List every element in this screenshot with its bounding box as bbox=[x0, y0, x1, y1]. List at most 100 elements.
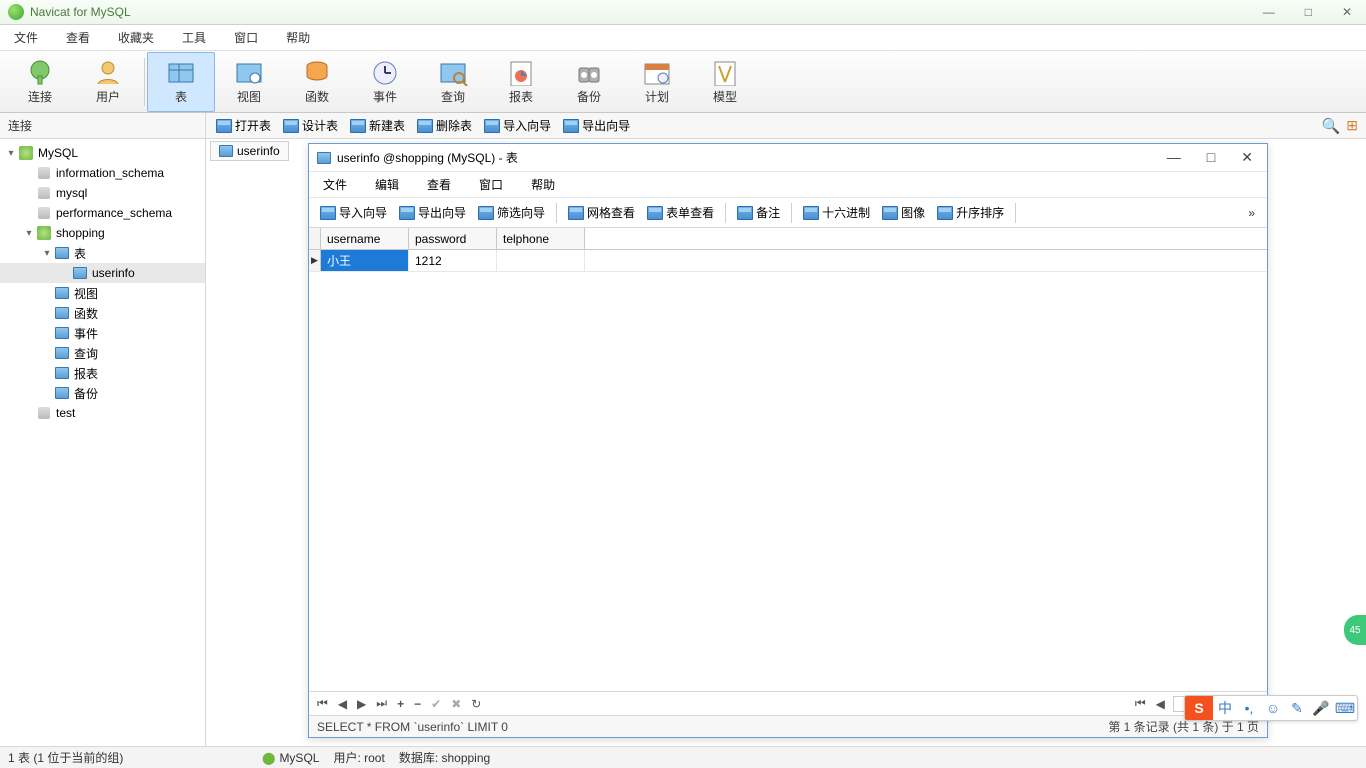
tree-server[interactable]: ▾MySQL bbox=[0, 143, 205, 163]
toolbtn-event[interactable]: 事件 bbox=[351, 52, 419, 112]
server-icon bbox=[19, 146, 33, 160]
close-button[interactable]: ✕ bbox=[1336, 3, 1358, 21]
twisty-icon[interactable]: ▾ bbox=[22, 228, 36, 239]
tools-overflow[interactable]: » bbox=[1242, 206, 1261, 220]
swtool-升序排序[interactable]: 升序排序 bbox=[932, 202, 1009, 223]
action-打开表[interactable]: 打开表 bbox=[212, 115, 275, 136]
swtool-筛选向导[interactable]: 筛选向导 bbox=[473, 202, 550, 223]
plug-icon bbox=[24, 58, 56, 86]
menu-帮助[interactable]: 帮助 bbox=[286, 29, 310, 46]
page-first[interactable]: ⏮ bbox=[1133, 696, 1148, 711]
tree-folder-查询[interactable]: 查询 bbox=[0, 343, 205, 363]
swmenu-文件[interactable]: 文件 bbox=[323, 176, 347, 193]
ime-voice[interactable]: 🎤 bbox=[1309, 700, 1333, 717]
nav-refresh[interactable]: ↻ bbox=[469, 697, 483, 711]
tree-folder-视图[interactable]: 视图 bbox=[0, 283, 205, 303]
nav-first[interactable]: ⏮ bbox=[315, 696, 330, 711]
menu-文件[interactable]: 文件 bbox=[14, 29, 38, 46]
action-导出向导[interactable]: 导出向导 bbox=[559, 115, 634, 136]
cell[interactable]: 小王 bbox=[321, 250, 409, 271]
tree-folder-事件[interactable]: 事件 bbox=[0, 323, 205, 343]
nav-cancel[interactable]: ✖ bbox=[449, 697, 463, 711]
page-prev[interactable]: ◀ bbox=[1154, 697, 1167, 711]
ime-logo-icon: S bbox=[1185, 696, 1213, 720]
table-row[interactable]: ▶小王1212 bbox=[309, 250, 1267, 272]
swtool-导入向导[interactable]: 导入向导 bbox=[315, 202, 392, 223]
toolbtn-plug[interactable]: 连接 bbox=[6, 52, 74, 112]
ime-toolbar[interactable]: S 中 •, ☺ ✎ 🎤 ⌨ bbox=[1184, 695, 1358, 721]
row-marker-icon: ▶ bbox=[309, 250, 321, 271]
swtool-导出向导[interactable]: 导出向导 bbox=[394, 202, 471, 223]
nav-delete[interactable]: − bbox=[412, 697, 423, 711]
ime-lang[interactable]: 中 bbox=[1213, 698, 1237, 718]
toolbtn-user[interactable]: 用户 bbox=[74, 52, 142, 112]
cell[interactable] bbox=[497, 250, 585, 271]
swtool-图像[interactable]: 图像 bbox=[877, 202, 930, 223]
twisty-icon[interactable]: ▾ bbox=[4, 148, 18, 159]
search-icon[interactable]: 🔍 bbox=[1322, 117, 1341, 135]
col-username[interactable]: username bbox=[321, 228, 409, 249]
cell[interactable]: 1212 bbox=[409, 250, 497, 271]
toolbtn-query[interactable]: 查询 bbox=[419, 52, 487, 112]
minimize-button[interactable]: — bbox=[1257, 3, 1281, 21]
action-新建表[interactable]: 新建表 bbox=[346, 115, 409, 136]
tree-folder-函数[interactable]: 函数 bbox=[0, 303, 205, 323]
ime-skin[interactable]: ✎ bbox=[1285, 700, 1309, 717]
toolbtn-backup[interactable]: 备份 bbox=[555, 52, 623, 112]
action-删除表[interactable]: 删除表 bbox=[413, 115, 476, 136]
nav-last[interactable]: ⏭ bbox=[374, 696, 389, 711]
menu-查看[interactable]: 查看 bbox=[66, 29, 90, 46]
tree-db-information_schema[interactable]: information_schema bbox=[0, 163, 205, 183]
table-action-icon bbox=[563, 119, 579, 133]
tree-folder-备份[interactable]: 备份 bbox=[0, 383, 205, 403]
database-icon bbox=[38, 207, 50, 219]
swtool-网格查看[interactable]: 网格查看 bbox=[563, 202, 640, 223]
notification-badge[interactable]: 45 bbox=[1344, 615, 1366, 645]
table-action-icon bbox=[417, 119, 433, 133]
ime-emoji[interactable]: ☺ bbox=[1261, 700, 1285, 716]
tree-db-performance_schema[interactable]: performance_schema bbox=[0, 203, 205, 223]
subwin-maximize[interactable]: □ bbox=[1201, 147, 1221, 168]
tree-db-shopping[interactable]: ▾shopping bbox=[0, 223, 205, 243]
swtool-表单查看[interactable]: 表单查看 bbox=[642, 202, 719, 223]
swtool-十六进制[interactable]: 十六进制 bbox=[798, 202, 875, 223]
swmenu-查看[interactable]: 查看 bbox=[427, 176, 451, 193]
tree-db-test[interactable]: test bbox=[0, 403, 205, 423]
sub-toolbar: 连接 打开表设计表新建表删除表导入向导导出向导 🔍 ⊞ bbox=[0, 113, 1366, 139]
ime-keyboard[interactable]: ⌨ bbox=[1333, 700, 1357, 717]
nav-add[interactable]: + bbox=[395, 697, 406, 711]
toolbtn-report[interactable]: 报表 bbox=[487, 52, 555, 112]
twisty-icon[interactable]: ▾ bbox=[40, 248, 54, 259]
menu-工具[interactable]: 工具 bbox=[182, 29, 206, 46]
tree-folder-表[interactable]: ▾表 bbox=[0, 243, 205, 263]
toolbtn-schedule[interactable]: 计划 bbox=[623, 52, 691, 112]
folder-icon bbox=[55, 287, 69, 299]
action-导入向导[interactable]: 导入向导 bbox=[480, 115, 555, 136]
tree-db-mysql[interactable]: mysql bbox=[0, 183, 205, 203]
subwin-minimize[interactable]: — bbox=[1161, 147, 1187, 168]
nav-apply[interactable]: ✔ bbox=[429, 697, 443, 711]
menu-窗口[interactable]: 窗口 bbox=[234, 29, 258, 46]
tab-userinfo[interactable]: userinfo bbox=[210, 141, 289, 161]
col-password[interactable]: password bbox=[409, 228, 497, 249]
toolbtn-model[interactable]: 模型 bbox=[691, 52, 759, 112]
toolbtn-func[interactable]: 函数 bbox=[283, 52, 351, 112]
nav-next[interactable]: ▶ bbox=[355, 697, 368, 711]
nav-prev[interactable]: ◀ bbox=[336, 697, 349, 711]
list-view-icon[interactable]: ⊞ bbox=[1346, 117, 1358, 135]
subwin-close[interactable]: ✕ bbox=[1235, 147, 1259, 168]
swmenu-帮助[interactable]: 帮助 bbox=[531, 176, 555, 193]
toolbtn-view[interactable]: 视图 bbox=[215, 52, 283, 112]
tree-table-userinfo[interactable]: userinfo bbox=[0, 263, 205, 283]
ime-punct[interactable]: •, bbox=[1237, 700, 1261, 716]
query-icon bbox=[437, 58, 469, 86]
tree-folder-报表[interactable]: 报表 bbox=[0, 363, 205, 383]
swtool-备注[interactable]: 备注 bbox=[732, 202, 785, 223]
toolbtn-table[interactable]: 表 bbox=[147, 52, 215, 112]
menu-收藏夹[interactable]: 收藏夹 bbox=[118, 29, 154, 46]
action-设计表[interactable]: 设计表 bbox=[279, 115, 342, 136]
maximize-button[interactable]: □ bbox=[1299, 3, 1318, 21]
swmenu-窗口[interactable]: 窗口 bbox=[479, 176, 503, 193]
swmenu-编辑[interactable]: 编辑 bbox=[375, 176, 399, 193]
col-telphone[interactable]: telphone bbox=[497, 228, 585, 249]
